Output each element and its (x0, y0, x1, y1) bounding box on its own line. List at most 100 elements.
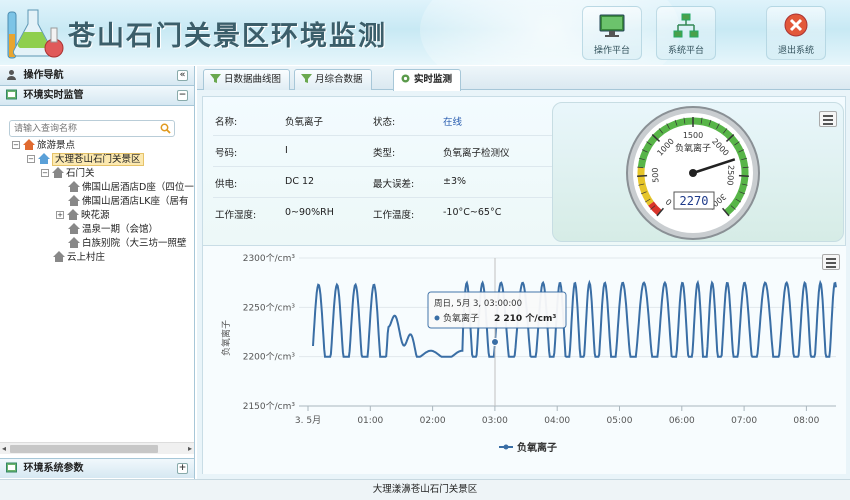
tree-node-hotel-d[interactable]: 佛国山居酒店D座（四位一 (68, 181, 194, 194)
scrollbar-thumb[interactable] (10, 445, 158, 453)
panel-icon (6, 462, 17, 473)
y-tick-label: 2250个/cm³ (243, 302, 296, 313)
realtime-panel: 名称: 负氧离子 状态: 在线 号码: I 类型: 负氧离子检测仪 供电: DC… (202, 96, 846, 474)
home-icon (38, 153, 50, 164)
tree-toggle[interactable]: − (12, 141, 20, 149)
info-row: 工作湿度: 0~90%RH 工作温度: -10°C~65°C (213, 198, 553, 229)
humidity-label: 工作湿度: (215, 210, 257, 221)
info-row: 号码: I 类型: 负氧离子检测仪 (213, 136, 553, 167)
section-collapse-button[interactable]: − (177, 90, 188, 101)
y-tick-label: 2150个/cm³ (243, 401, 296, 412)
tree-toggle[interactable]: − (41, 169, 49, 177)
tree-horizontal-scrollbar[interactable]: ◂ ▸ (0, 442, 194, 454)
collapse-sidebar-button[interactable]: « (177, 70, 188, 81)
status-value: 在线 (443, 117, 463, 128)
y-tick-label: 2200个/cm³ (243, 352, 296, 363)
system-params-header[interactable]: 环境系统参数 + (0, 458, 194, 478)
chart-menu-button[interactable] (822, 254, 840, 270)
temp-label: 工作温度: (373, 210, 415, 221)
scroll-left-arrow-icon[interactable]: ◂ (2, 444, 6, 453)
search-box (9, 120, 175, 137)
gauge-tick-label: 2500 (725, 165, 735, 186)
system-params-expand-button[interactable]: + (177, 463, 188, 474)
filter-icon (301, 74, 312, 83)
exit-icon (784, 13, 808, 37)
type-value: 负氧离子检测仪 (443, 148, 510, 159)
tab-realtime-monitor[interactable]: 实时监测 (393, 69, 462, 91)
x-tick-label: 05:00 (607, 416, 633, 426)
tooltip: 周日, 5月 3, 03:00:00 负氧离子 2 210 个/cm³ (427, 291, 567, 329)
line-chart: 2300个/cm³ 2250个/cm³ 2200个/cm³ 2150个/cm³ 3. … (220, 253, 837, 454)
exit-system-button[interactable]: 退出系统 (766, 6, 826, 60)
x-tick-label: 08:00 (793, 416, 819, 426)
info-row: 供电: DC 12 最大误差: ±3% (213, 167, 553, 198)
tree-node-shimenguan[interactable]: − 石门关 (41, 167, 95, 180)
tree-node-yinghuayuan[interactable]: + 映花源 (56, 209, 110, 222)
nav-title: 操作导航 (23, 70, 64, 81)
tree-node-hot-spring[interactable]: 温泉一期（会馆） (68, 223, 158, 236)
location-tree: − 旅游景点 − 大理苍山石门关景区 − 石门关 佛国山居酒店D座（四位一 佛国山居酒… (10, 139, 195, 439)
name-label: 名称: (215, 117, 238, 128)
search-icon[interactable] (160, 123, 171, 134)
gauge-title: 负氧离子 (675, 142, 711, 154)
gauge-tick-label: 1500 (683, 131, 703, 140)
power-value: DC 12 (285, 176, 315, 187)
operation-platform-label: 操作平台 (593, 46, 630, 56)
page-footer: 大理漾濞苍山石门关景区 (0, 479, 850, 500)
name-value: 负氧离子 (285, 117, 324, 128)
realtime-chart: 2300个/cm³ 2250个/cm³ 2200个/cm³ 2150个/cm³ 3. … (203, 245, 846, 474)
type-label: 类型: (373, 148, 396, 159)
network-icon (673, 13, 699, 38)
nav-header: 操作导航 « (0, 66, 194, 86)
tab-daily-curve[interactable]: 日数据曲线图 (203, 69, 291, 90)
scenic-icon (23, 139, 35, 150)
power-label: 供电: (215, 179, 238, 190)
gauge-panel: 0 500 1000 1500 2000 2500 3000 负氧离子 2270 (552, 102, 844, 242)
monitor-section-header[interactable]: 环境实时监管 − (0, 86, 194, 106)
footer-text: 大理漾濞苍山石门关景区 (372, 484, 478, 495)
code-value: I (285, 145, 288, 156)
house-icon (68, 237, 80, 248)
tooltip-series: 负氧离子 (443, 312, 479, 324)
gear-icon (401, 74, 410, 83)
info-row: 名称: 负氧离子 状态: 在线 (213, 105, 553, 136)
tree-node-bai-courtyard[interactable]: 白族别院（大三坊一照壁 (68, 237, 187, 250)
system-platform-button[interactable]: 系统平台 (656, 6, 716, 60)
tooltip-value: 2 210 个/cm³ (494, 312, 556, 324)
series-line (312, 279, 837, 358)
y-axis-label: 负氧离子 (220, 320, 232, 356)
house-icon (68, 195, 80, 206)
tree-node-scenic-spots[interactable]: − 旅游景点 (12, 139, 75, 152)
app-header: 苍山石门关景区环境监测 操作平台 系统平台 退出系统 (0, 0, 850, 65)
temp-value: -10°C~65°C (443, 207, 502, 218)
house-icon (67, 209, 79, 220)
error-value: ±3% (443, 176, 467, 187)
search-input[interactable] (10, 121, 155, 136)
section-title: 环境实时监管 (23, 90, 84, 101)
system-platform-label: 系统平台 (667, 46, 704, 56)
x-tick-label: 3. 5月 (295, 415, 321, 426)
main-area: 日数据曲线图 月综合数据 实时监测 名称: 负氧离子 状态: 在线 号码: I … (197, 66, 850, 479)
scroll-right-arrow-icon[interactable]: ▸ (188, 444, 192, 453)
house-icon (68, 181, 80, 192)
chart-legend[interactable]: 负氧离子 (499, 441, 557, 454)
operation-platform-button[interactable]: 操作平台 (582, 6, 642, 60)
exit-system-label: 退出系统 (777, 46, 814, 56)
tree-node-dali-cangshan[interactable]: − 大理苍山石门关景区 (27, 153, 144, 166)
system-params-title: 环境系统参数 (23, 463, 84, 474)
legend-label: 负氧离子 (517, 441, 557, 454)
tree-toggle[interactable]: + (56, 211, 64, 219)
tree-node-cloud-village[interactable]: 云上村庄 (53, 251, 105, 264)
gauge-tick-label: 500 (651, 167, 661, 183)
x-tick-label: 03:00 (482, 416, 508, 426)
tree-node-hotel-lk[interactable]: 佛国山居酒店LK座（居有 (68, 195, 189, 208)
tab-monthly-data[interactable]: 月综合数据 (294, 69, 372, 90)
code-label: 号码: (215, 148, 238, 159)
ion-gauge: 050010001500200025003000 负氧离子 2270 (626, 106, 760, 240)
tree-toggle[interactable]: − (27, 155, 35, 163)
user-icon (7, 70, 16, 80)
status-label: 状态: (373, 117, 396, 128)
sidebar: 操作导航 « 环境实时监管 − −旅游景点 −大理苍山石门关景区 −石门关 佛国… (0, 66, 195, 479)
gauge-menu-button[interactable] (819, 111, 837, 127)
app-title: 苍山石门关景区环境监测 (68, 21, 387, 52)
